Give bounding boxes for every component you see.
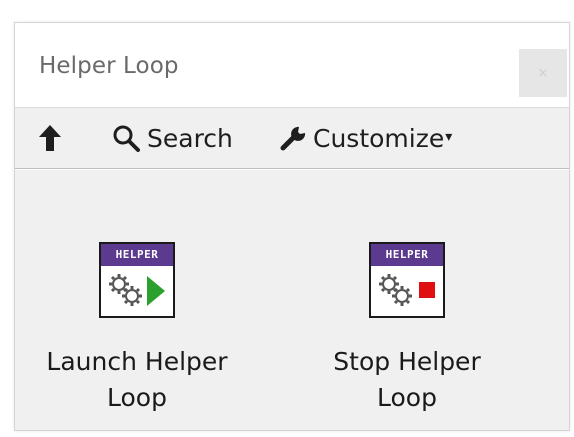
search-icon (113, 125, 140, 152)
chevron-down-icon: ▾ (445, 129, 453, 145)
close-button[interactable]: × (519, 49, 567, 97)
wrench-icon (280, 126, 306, 151)
gears-stop-icon (371, 266, 443, 316)
search-button[interactable]: Search (111, 108, 233, 168)
helper-banner: HELPER (371, 244, 443, 266)
launch-helper-loop-label: Launch Helper Loop (37, 344, 237, 416)
launch-helper-loop-item[interactable]: HELPER Launch Helper Loop (37, 242, 237, 416)
label-line: Loop (377, 383, 437, 412)
title-bar: Helper Loop × (15, 23, 569, 107)
palette-window: Helper Loop × Search Customize ▾ HELPER … (14, 22, 570, 431)
window-title: Helper Loop (39, 53, 179, 79)
customize-label: Customize (313, 123, 445, 153)
stop-helper-loop-label: Stop Helper Loop (307, 344, 507, 416)
customize-button[interactable]: Customize ▾ (279, 108, 452, 168)
label-line: Loop (107, 383, 167, 412)
label-line: Launch Helper (46, 347, 228, 376)
up-button[interactable] (37, 108, 63, 168)
close-icon: × (537, 65, 549, 81)
palette-content: HELPER Launch Helper Loop HELPER Stop He… (15, 169, 569, 430)
gears-play-icon (101, 266, 173, 316)
label-line: Stop Helper (333, 347, 481, 376)
launch-helper-loop-vi-icon: HELPER (99, 242, 175, 318)
search-label: Search (147, 123, 233, 153)
stop-helper-loop-vi-icon: HELPER (369, 242, 445, 318)
helper-banner: HELPER (101, 244, 173, 266)
stop-helper-loop-item[interactable]: HELPER Stop Helper Loop (307, 242, 507, 416)
up-arrow-icon (39, 125, 61, 151)
palette-toolbar: Search Customize ▾ (15, 107, 569, 169)
